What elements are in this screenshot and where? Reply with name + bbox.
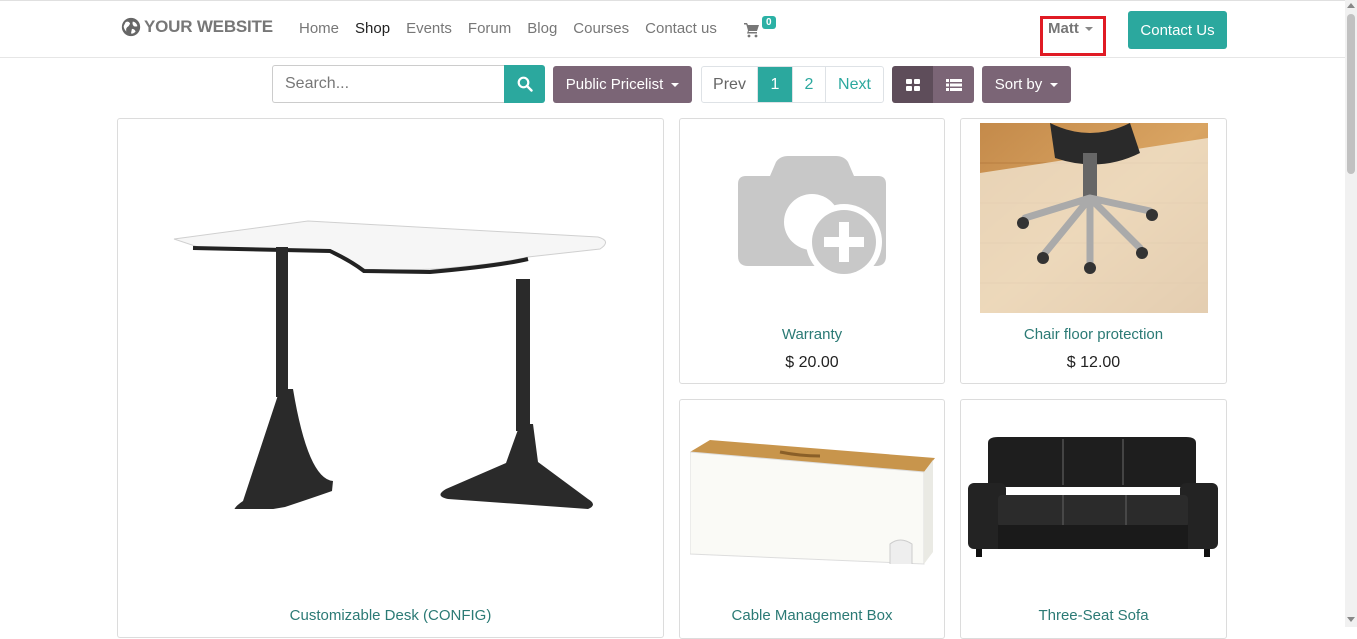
search-input[interactable] <box>272 65 505 103</box>
nav-contact-us[interactable]: Contact us <box>637 20 725 37</box>
pager-prev[interactable]: Prev <box>702 67 758 102</box>
logo-text: YOUR WEBSITE <box>144 17 273 36</box>
scroll-down-icon[interactable] <box>1347 617 1355 622</box>
pagination: Prev 1 2 Next <box>701 66 884 103</box>
product-price: $ 20.00 <box>785 354 839 371</box>
cart-count-badge: 0 <box>762 16 776 29</box>
product-name[interactable]: Customizable Desk (CONFIG) <box>118 607 663 624</box>
grid-view-button[interactable] <box>892 66 933 103</box>
search-button[interactable] <box>504 65 545 103</box>
user-menu[interactable]: Matt <box>1048 20 1093 37</box>
pricelist-label: Public Pricelist <box>565 76 664 93</box>
search-icon <box>517 76 533 92</box>
chair-floor-image <box>980 123 1208 313</box>
desk-image <box>173 220 606 509</box>
globe-icon <box>121 17 141 37</box>
grid-icon <box>905 78 920 91</box>
pager-page-1[interactable]: 1 <box>758 67 793 102</box>
product-name[interactable]: Cable Management Box <box>680 607 944 624</box>
user-name: Matt <box>1048 20 1079 37</box>
nav-courses[interactable]: Courses <box>565 20 637 37</box>
cart-link[interactable]: 0 <box>744 16 780 42</box>
contact-us-button[interactable]: Contact Us <box>1128 11 1227 49</box>
scrollbar-thumb[interactable] <box>1347 14 1355 174</box>
sort-by-dropdown[interactable]: Sort by <box>982 66 1071 103</box>
product-card-warranty[interactable]: Warranty $ 20.00 <box>679 118 945 384</box>
product-name[interactable]: Chair floor protection <box>961 326 1226 343</box>
product-price: $ 12.00 <box>1066 354 1121 371</box>
nav-blog[interactable]: Blog <box>519 20 565 37</box>
nav-home[interactable]: Home <box>291 20 347 37</box>
product-card-three-seat-sofa[interactable]: Three-Seat Sofa <box>960 399 1227 639</box>
cart-icon <box>744 23 759 38</box>
chevron-down-icon <box>671 82 680 87</box>
cable-box-image <box>690 440 935 565</box>
site-logo[interactable]: YOUR WEBSITE <box>120 16 273 38</box>
pager-page-2[interactable]: 2 <box>793 67 826 102</box>
list-icon <box>945 78 962 91</box>
top-navbar: YOUR WEBSITE Home Shop Events Forum Blog… <box>0 0 1345 58</box>
sort-by-label: Sort by <box>994 76 1043 93</box>
scroll-up-icon[interactable] <box>1347 3 1355 8</box>
nav-shop[interactable]: Shop <box>347 20 398 37</box>
product-card-cable-management-box[interactable]: Cable Management Box <box>679 399 945 639</box>
chevron-down-icon <box>1050 82 1059 87</box>
list-view-button[interactable] <box>933 66 974 103</box>
page-scrollbar[interactable] <box>1345 0 1357 627</box>
product-name[interactable]: Three-Seat Sofa <box>961 607 1226 624</box>
nav-events[interactable]: Events <box>398 20 460 37</box>
product-name[interactable]: Warranty <box>680 326 944 343</box>
product-card-chair-floor-protection[interactable]: Chair floor protection $ 12.00 <box>960 118 1227 384</box>
product-card-desk[interactable]: Customizable Desk (CONFIG) <box>117 118 664 638</box>
sofa-image <box>968 437 1218 557</box>
main-nav: Home Shop Events Forum Blog Courses Cont… <box>291 20 725 37</box>
nav-forum[interactable]: Forum <box>460 20 519 37</box>
view-toggle <box>892 66 974 103</box>
pricelist-dropdown[interactable]: Public Pricelist <box>553 66 692 103</box>
pager-next[interactable]: Next <box>826 67 883 102</box>
placeholder-camera-icon <box>738 156 886 280</box>
chevron-down-icon <box>1084 26 1093 31</box>
